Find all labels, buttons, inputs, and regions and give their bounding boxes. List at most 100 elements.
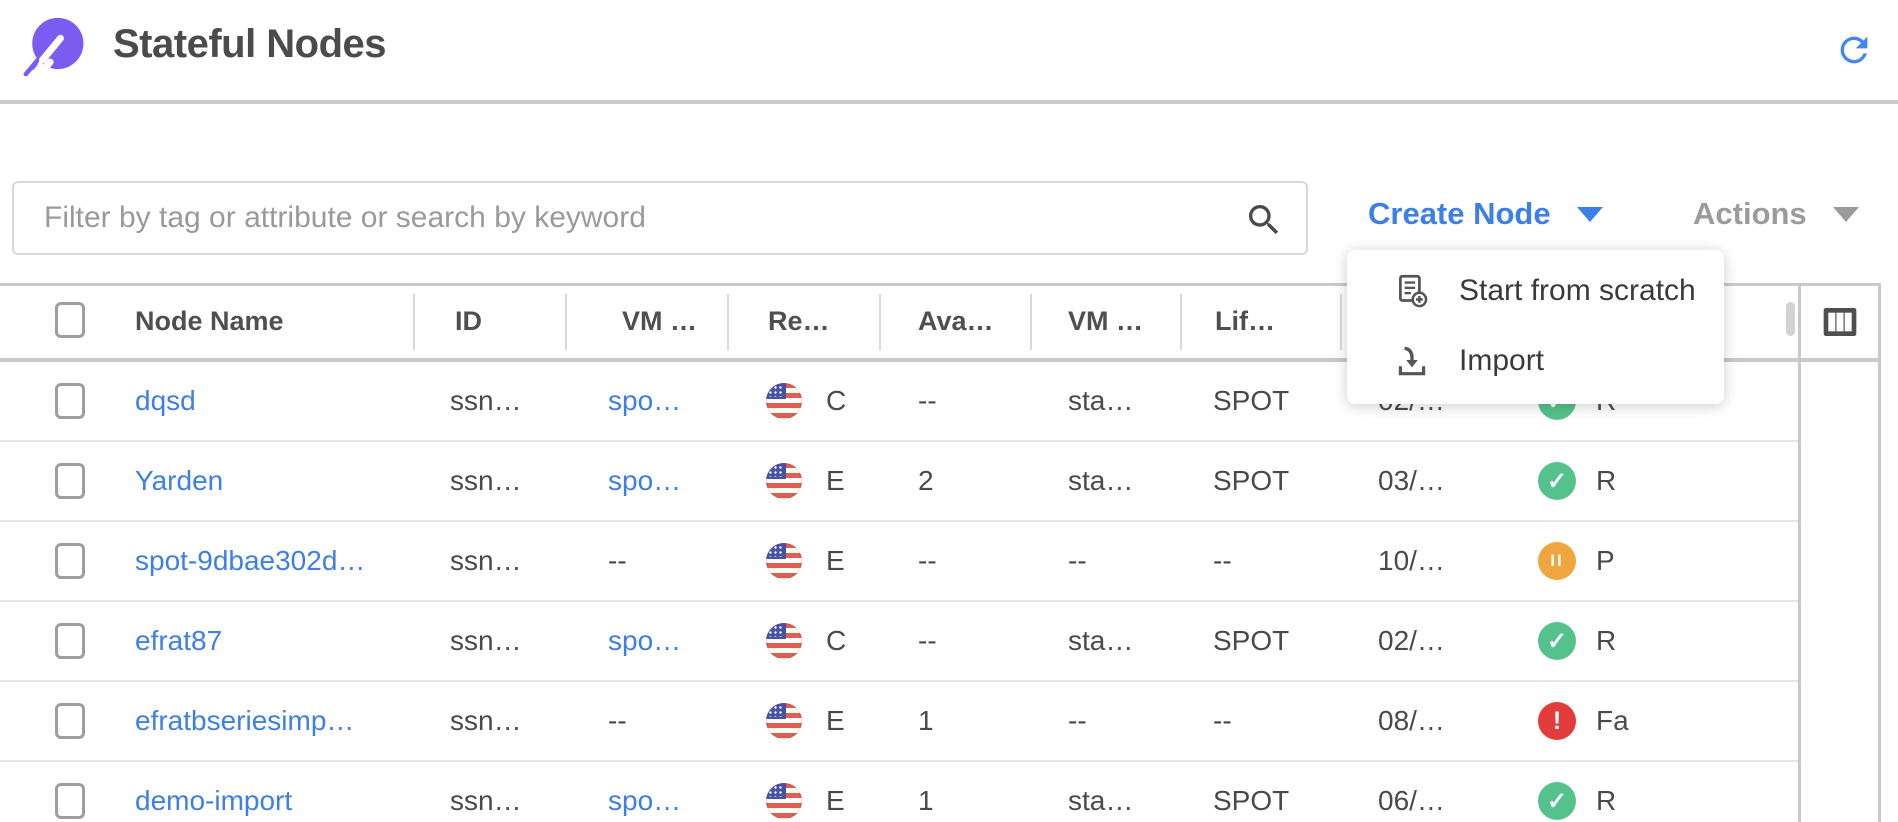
filter-input[interactable]: [14, 183, 1306, 253]
stateful-nodes-page: Stateful Nodes Create Node Actions Node …: [0, 0, 1898, 822]
node-name-link[interactable]: dqsd: [135, 385, 196, 417]
vm-size: sta…: [1068, 385, 1133, 417]
spot-logo-icon: [22, 14, 86, 78]
status-label: R: [1596, 785, 1616, 817]
header-divider: [0, 100, 1898, 104]
node-name-link[interactable]: efratbseriesimp…: [135, 705, 354, 737]
created-date: 06/…: [1378, 785, 1445, 817]
vm-link[interactable]: spo…: [608, 385, 681, 417]
column-picker-button[interactable]: [1801, 286, 1878, 358]
select-all-checkbox[interactable]: [55, 302, 85, 338]
row-checkbox[interactable]: [55, 783, 85, 819]
created-date: 08/…: [1378, 705, 1445, 737]
lifecycle-label: SPOT: [1213, 785, 1289, 817]
table-outer-border: [1878, 283, 1881, 822]
columns-icon: [1819, 301, 1861, 343]
filter-box: [12, 181, 1308, 255]
vm-size: sta…: [1068, 465, 1133, 497]
document-add-icon: [1393, 272, 1431, 310]
region-label: C: [826, 625, 846, 657]
row-checkbox[interactable]: [55, 703, 85, 739]
status-label: P: [1596, 545, 1615, 577]
us-flag-icon: [766, 703, 802, 739]
vm-link[interactable]: spo…: [608, 625, 681, 657]
vm-link[interactable]: spo…: [608, 785, 681, 817]
us-flag-icon: [766, 543, 802, 579]
chevron-down-icon: [1577, 207, 1603, 222]
table-row: efratbseriesimp… ssn… -- E 1 -- -- 08/… …: [0, 682, 1798, 762]
lifecycle-label: --: [1213, 545, 1232, 577]
column-header-node-name[interactable]: Node Name: [135, 306, 284, 337]
node-name-link[interactable]: Yarden: [135, 465, 223, 497]
create-node-menu: Start from scratch Import: [1347, 250, 1724, 404]
lifecycle-label: SPOT: [1213, 625, 1289, 657]
region-label: E: [826, 465, 845, 497]
node-id: ssn…: [450, 465, 522, 497]
created-date: 03/…: [1378, 465, 1445, 497]
node-id: ssn…: [450, 785, 522, 817]
menu-item-import[interactable]: Import: [1347, 326, 1724, 396]
availability-zone: --: [918, 625, 937, 657]
actions-button[interactable]: Actions: [1693, 196, 1859, 232]
refresh-button[interactable]: [1834, 30, 1874, 70]
vm-size: --: [1068, 705, 1087, 737]
lifecycle-label: SPOT: [1213, 385, 1289, 417]
created-date: 02/…: [1378, 625, 1445, 657]
column-header-vm[interactable]: VM …: [622, 306, 697, 337]
status-icon: !: [1538, 702, 1576, 740]
created-date: 10/…: [1378, 545, 1445, 577]
row-checkbox[interactable]: [55, 463, 85, 499]
row-checkbox[interactable]: [55, 543, 85, 579]
column-divider: [413, 294, 415, 350]
column-header-region[interactable]: Re…: [768, 306, 830, 337]
lifecycle-label: --: [1213, 705, 1232, 737]
column-header-availability[interactable]: Ava…: [918, 306, 994, 337]
node-name-link[interactable]: demo-import: [135, 785, 292, 817]
availability-zone: --: [918, 545, 937, 577]
chevron-down-icon: [1833, 207, 1859, 222]
vm-link[interactable]: spo…: [608, 465, 681, 497]
column-divider: [1340, 294, 1342, 350]
us-flag-icon: [766, 383, 802, 419]
create-node-button[interactable]: Create Node: [1368, 196, 1603, 232]
status-icon: ✓: [1538, 622, 1576, 660]
vm-size: --: [1068, 545, 1087, 577]
us-flag-icon: [766, 783, 802, 819]
lifecycle-label: SPOT: [1213, 465, 1289, 497]
row-checkbox[interactable]: [55, 623, 85, 659]
node-name-link[interactable]: spot-9dbae302d…: [135, 545, 365, 577]
scrollbar-thumb[interactable]: [1786, 302, 1795, 336]
column-header-vm2[interactable]: VM …: [1068, 306, 1143, 337]
actions-label: Actions: [1693, 196, 1807, 232]
status-icon: ✓: [1538, 782, 1576, 820]
us-flag-icon: [766, 463, 802, 499]
table-row: demo-import ssn… spo… E 1 sta… SPOT 06/……: [0, 762, 1798, 822]
node-id: ssn…: [450, 545, 522, 577]
page-title: Stateful Nodes: [113, 22, 386, 67]
row-checkbox[interactable]: [55, 383, 85, 419]
region-label: E: [826, 545, 845, 577]
availability-zone: 2: [918, 465, 934, 497]
region-label: E: [826, 705, 845, 737]
status-icon: II: [1538, 542, 1576, 580]
column-divider: [727, 294, 729, 350]
us-flag-icon: [766, 623, 802, 659]
status-label: Fa: [1596, 705, 1629, 737]
node-name-link[interactable]: efrat87: [135, 625, 222, 657]
region-label: C: [826, 385, 846, 417]
availability-zone: 1: [918, 705, 934, 737]
region-label: E: [826, 785, 845, 817]
vm-size: sta…: [1068, 785, 1133, 817]
table-body: dqsd ssn… spo… C -- sta… SPOT 02/… ✓ R Y…: [0, 362, 1798, 822]
vm-link: --: [608, 545, 627, 577]
status-icon: ✓: [1538, 462, 1576, 500]
menu-item-start-from-scratch[interactable]: Start from scratch: [1347, 256, 1724, 326]
vm-size: sta…: [1068, 625, 1133, 657]
column-header-id[interactable]: ID: [455, 306, 482, 337]
table-row: efrat87 ssn… spo… C -- sta… SPOT 02/… ✓ …: [0, 602, 1798, 682]
node-id: ssn…: [450, 385, 522, 417]
column-divider: [1180, 294, 1182, 350]
node-id: ssn…: [450, 705, 522, 737]
vm-link: --: [608, 705, 627, 737]
column-header-lifecycle[interactable]: Lif…: [1215, 306, 1275, 337]
